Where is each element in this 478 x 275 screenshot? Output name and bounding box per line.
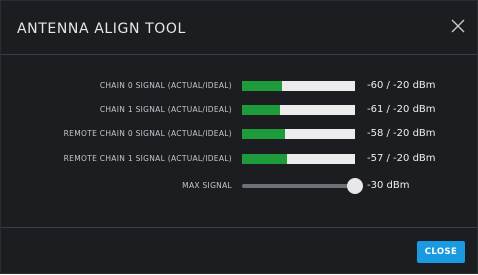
dialog-footer: CLOSE (1, 227, 477, 275)
signal-row-chain-1: CHAIN 1 SIGNAL (ACTUAL/IDEAL) -61 / -20 … (1, 101, 477, 121)
signal-value: -60 / -20 dBm (367, 80, 436, 91)
signal-value: -61 / -20 dBm (367, 104, 436, 115)
signal-value: -57 / -20 dBm (367, 153, 436, 164)
max-signal-value: -30 dBm (367, 180, 410, 191)
signal-row-remote-chain-0: REMOTE CHAIN 0 SIGNAL (ACTUAL/IDEAL) -58… (1, 125, 477, 145)
signal-label: CHAIN 1 SIGNAL (ACTUAL/IDEAL) (99, 105, 232, 114)
dialog-body: CHAIN 0 SIGNAL (ACTUAL/IDEAL) -60 / -20 … (1, 55, 477, 227)
signal-value: -58 / -20 dBm (367, 128, 436, 139)
signal-bar-fill (242, 154, 288, 164)
signal-bar (242, 105, 355, 115)
signal-label: REMOTE CHAIN 0 SIGNAL (ACTUAL/IDEAL) (63, 129, 232, 138)
signal-bar-fill (242, 105, 281, 115)
signal-row-remote-chain-1: REMOTE CHAIN 1 SIGNAL (ACTUAL/IDEAL) -57… (1, 150, 477, 170)
close-button[interactable]: CLOSE (417, 241, 465, 263)
signal-bar (242, 154, 355, 164)
signal-bar (242, 129, 355, 139)
signal-row-chain-0: CHAIN 0 SIGNAL (ACTUAL/IDEAL) -60 / -20 … (1, 77, 477, 97)
signal-label: REMOTE CHAIN 1 SIGNAL (ACTUAL/IDEAL) (63, 154, 232, 163)
max-signal-label: MAX SIGNAL (182, 181, 232, 190)
max-signal-slider-thumb[interactable] (347, 178, 363, 194)
close-icon[interactable] (447, 15, 469, 37)
dialog-title: ANTENNA ALIGN TOOL (17, 21, 186, 37)
antenna-align-dialog: ANTENNA ALIGN TOOL CHAIN 0 SIGNAL (ACTUA… (0, 0, 478, 274)
signal-label: CHAIN 0 SIGNAL (ACTUAL/IDEAL) (99, 81, 232, 90)
dialog-header: ANTENNA ALIGN TOOL (1, 1, 477, 55)
signal-bar (242, 81, 355, 91)
max-signal-row: MAX SIGNAL -30 dBm (1, 177, 477, 197)
max-signal-slider[interactable] (242, 178, 363, 194)
signal-bar-fill (242, 129, 285, 139)
signal-bar-fill (242, 81, 282, 91)
